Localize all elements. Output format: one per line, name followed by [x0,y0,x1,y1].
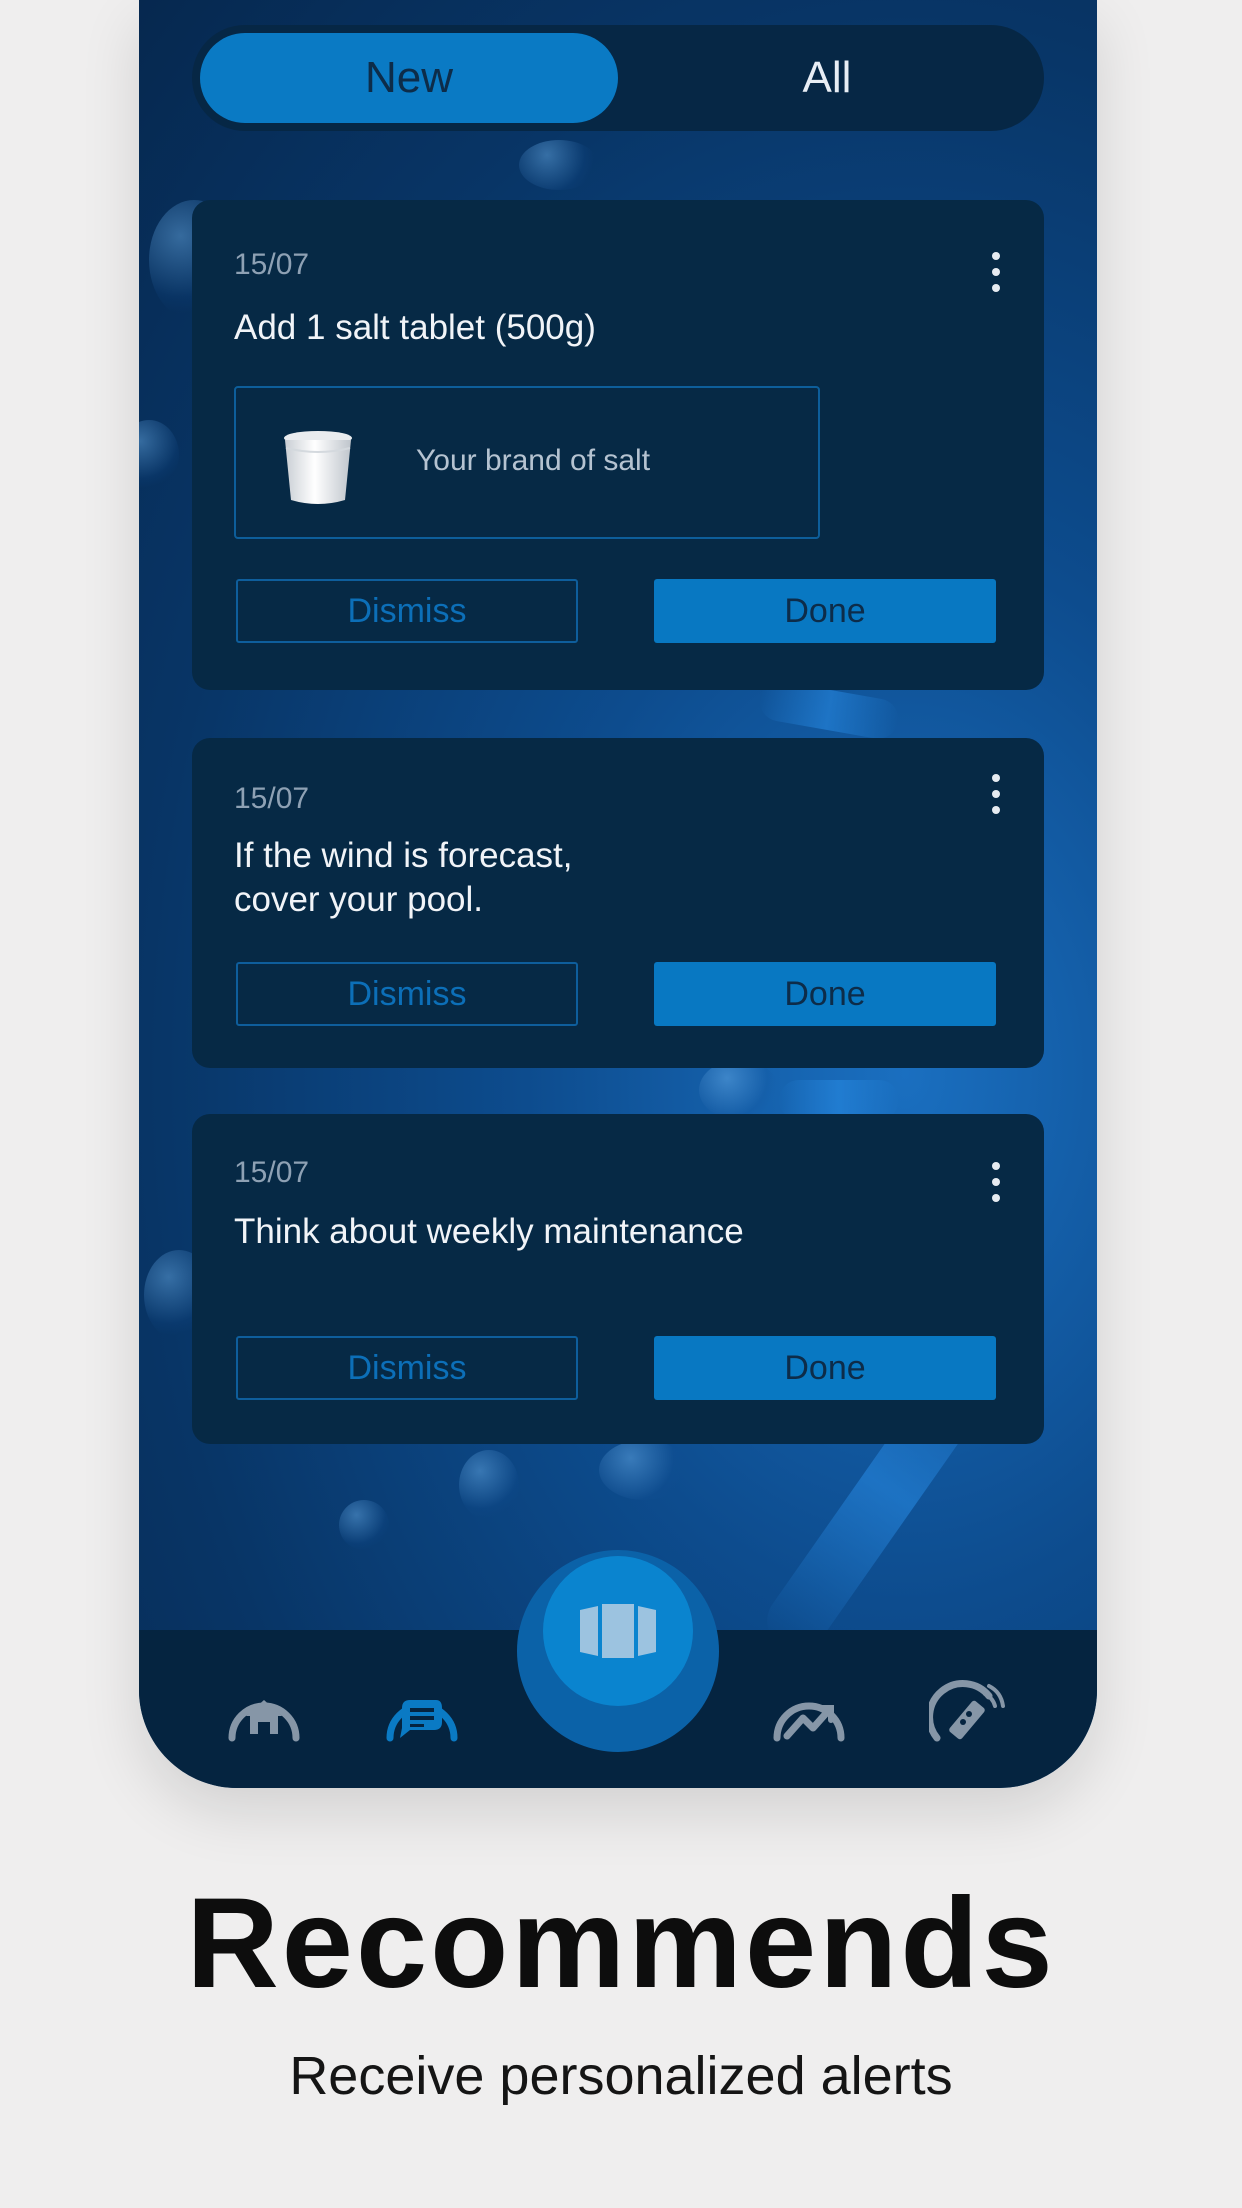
recommendation-card: 15/07 Add 1 salt tablet (500g) Your bran… [192,200,1044,690]
water-drop [699,1060,779,1120]
product-box[interactable]: Your brand of salt [234,386,820,539]
water-drop [339,1500,389,1550]
promo-subline: Receive personalized alerts [289,2046,953,2106]
card-title: Think about weekly maintenance [234,1212,744,1251]
pool-device-button[interactable] [543,1556,693,1706]
more-options-icon[interactable] [984,252,1008,292]
product-label: Your brand of salt [416,444,651,477]
tab-new[interactable]: New [200,33,618,123]
dismiss-button[interactable]: Dismiss [236,1336,578,1400]
card-title-line-1: If the wind is forecast, [234,836,573,875]
home-icon[interactable] [224,1680,304,1746]
done-button[interactable]: Done [654,579,996,643]
card-date: 15/07 [234,782,310,815]
more-options-icon[interactable] [984,1162,1008,1202]
dismiss-button[interactable]: Dismiss [236,962,578,1026]
salt-bucket-icon [284,431,352,504]
done-button[interactable]: Done [654,1336,996,1400]
filter-segmented-control: New All [192,25,1044,131]
done-button[interactable]: Done [654,962,996,1026]
dismiss-button[interactable]: Dismiss [236,579,578,643]
recommendations-icon[interactable] [382,1680,462,1746]
water-drop [139,420,179,490]
recommendation-card: 15/07 Think about weekly maintenance Dis… [192,1114,1044,1444]
water-drop [519,140,599,190]
pool-device-icon [580,1604,656,1658]
phone-screen: New All 15/07 Add 1 salt tablet (500g) Y… [139,0,1097,1788]
remote-control-icon[interactable] [929,1680,1009,1746]
card-date: 15/07 [234,1156,310,1189]
water-drop [459,1450,519,1520]
card-title-line-2: cover your pool. [234,880,484,919]
tab-all[interactable]: All [618,33,1036,123]
analytics-icon[interactable] [769,1680,849,1746]
water-drop [599,1440,689,1500]
card-date: 15/07 [234,248,310,281]
promo-headline: Recommends [186,1872,1056,2015]
card-title: Add 1 salt tablet (500g) [234,308,596,347]
more-options-icon[interactable] [984,774,1008,814]
recommendation-card: 15/07 If the wind is forecast, cover you… [192,738,1044,1068]
